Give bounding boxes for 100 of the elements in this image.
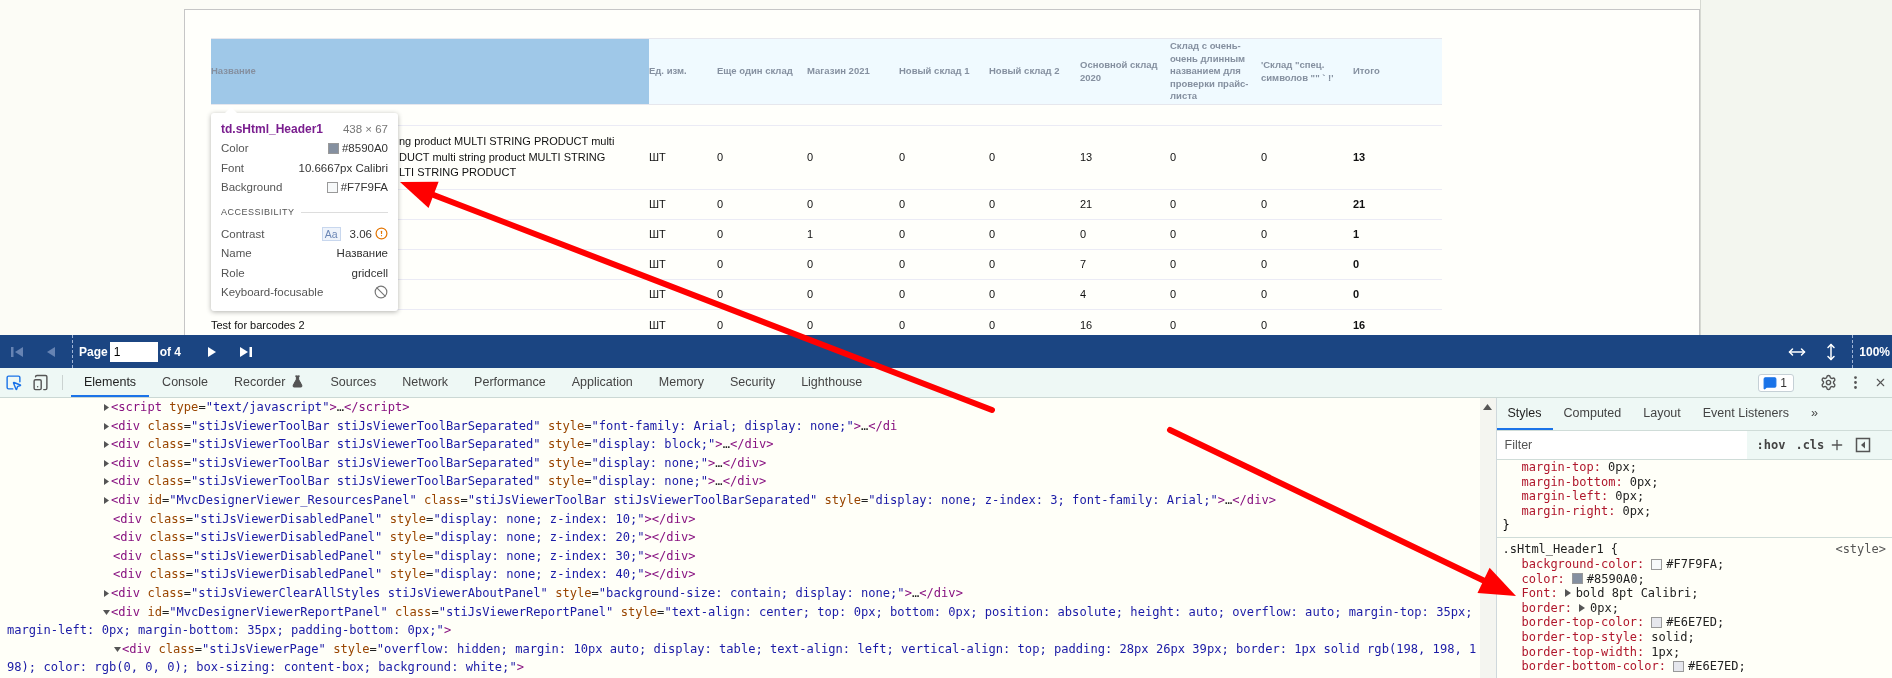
page-field[interactable]: 1 xyxy=(109,341,158,362)
total-cell: 1 xyxy=(1353,227,1360,240)
html-element-line[interactable]: <div class="stiJsViewerDisabledPanel" style="display: none; z-index: 10;"></div> xyxy=(0,509,696,529)
collapse-triangle-icon[interactable] xyxy=(102,607,111,617)
property-name: border-top-color: xyxy=(1521,615,1645,630)
close-icon[interactable] xyxy=(1874,376,1887,389)
column-header: Еще один склад xyxy=(717,39,807,104)
column-header: Основной склад 2020 xyxy=(1080,39,1170,104)
sidebar-tab[interactable]: Layout xyxy=(1632,398,1692,430)
expand-triangle-icon[interactable] xyxy=(102,421,111,431)
property-value: solid; xyxy=(1651,629,1695,645)
quantity-cell: 0 xyxy=(899,150,906,163)
quantity-cell: 0 xyxy=(807,319,814,332)
quantity-cell: 0 xyxy=(899,287,906,300)
property-label: Color xyxy=(221,142,249,155)
scroll-up-icon[interactable] xyxy=(1483,404,1492,410)
html-element-line[interactable]: <div class="stiJsViewerToolBar stiJsViewerToolBarSeparated" style="display: none;">…</div> xyxy=(0,472,767,491)
devtools-tab[interactable]: Application xyxy=(558,368,646,397)
quantity-cell: 4 xyxy=(1080,287,1087,300)
collapse-triangle-icon[interactable] xyxy=(113,644,122,654)
expand-triangle-icon[interactable] xyxy=(102,495,111,505)
expand-triangle-icon[interactable] xyxy=(102,440,111,450)
property-label: Background xyxy=(221,181,283,194)
property-value: #8590A0; xyxy=(1586,571,1645,587)
property-label: Font xyxy=(221,161,244,174)
quantity-cell: 0 xyxy=(899,257,906,270)
color-swatch[interactable] xyxy=(1673,660,1684,672)
property-name: margin-bottom: xyxy=(1521,474,1623,490)
html-element-line[interactable]: <div class="stiJsViewerToolBar stiJsViewerToolBarSeparated" style="font-family: Arial; display: none;">…</di xyxy=(0,416,898,436)
property-name: border: xyxy=(1521,600,1573,616)
product-name: ng product MULTI STRING PRODUCT multi DUCT multi string product MULTI STRING LTI STRING PRODUCT xyxy=(399,135,615,179)
quantity-cell: 0 xyxy=(899,197,906,210)
expand-triangle-icon[interactable] xyxy=(1579,604,1587,613)
expand-triangle-icon[interactable] xyxy=(102,458,111,468)
html-element-line[interactable]: <div class="stiJsViewerPage" style="overflow: hidden; margin: 10px auto; display: table; text-align: left; vertical-align: top; padding: 28px 26px 39px; border: 1px solid rgb(198, 198, 198); color: rgb(0, 0, 0); box-sizing: content-box; background: white;"> xyxy=(0,639,1480,677)
column-header: 'Склад "спец. символов "" ` !' xyxy=(1261,39,1353,104)
quantity-cell: 0 xyxy=(1261,287,1268,300)
color-swatch[interactable] xyxy=(1571,573,1583,585)
inspect-icon[interactable] xyxy=(5,374,22,391)
devtools-tab[interactable]: Memory xyxy=(645,368,717,397)
devtools-tab[interactable]: Security xyxy=(717,368,789,397)
element-size: 438 × 67 xyxy=(342,122,388,135)
property-value: 0px; xyxy=(1590,600,1619,616)
issues-button[interactable]: 1 xyxy=(1758,373,1794,392)
sidebar-toggle-icon[interactable] xyxy=(1855,437,1872,453)
color-swatch[interactable] xyxy=(1651,617,1663,629)
column-header: Итого xyxy=(1353,39,1442,104)
last-page-icon[interactable] xyxy=(239,344,254,359)
devtools-tab[interactable]: Sources xyxy=(317,368,390,397)
closing-brace: } xyxy=(1502,518,1510,533)
page-label: Page xyxy=(79,344,108,359)
html-element-line[interactable]: <div class="stiJsViewerToolBar stiJsViewerToolBarSeparated" style="display: none;">…</div> xyxy=(0,453,767,473)
html-element-line[interactable]: <div class="stiJsViewerDisabledPanel" style="display: none; z-index: 30;"></div> xyxy=(0,546,696,566)
property-value: 0px; xyxy=(1608,460,1637,475)
css-selector: .sHtml_Header1 { xyxy=(1502,541,1619,557)
unit-cell: ШТ xyxy=(649,197,666,210)
sidebar-tab[interactable]: Computed xyxy=(1552,398,1633,430)
html-element-line[interactable]: <script type="text/javascript">…</script> xyxy=(0,398,410,417)
html-element-line[interactable]: <div id="MvcDesignerViewerReportPanel" class="stiJsViewerReportPanel" style="text-align: center; top: 0px; bottom: 0px; position: absolute; height: auto; overflow: auto; margin-top: 35px; margin-left: 0px; margin-bottom: 35px; padding-bottom: 0px;"> xyxy=(0,602,1480,640)
quantity-cell: 0 xyxy=(807,197,814,210)
style-toggle[interactable]: :hov xyxy=(1756,438,1786,452)
quantity-cell: 0 xyxy=(807,257,814,270)
quantity-cell: 0 xyxy=(1261,257,1268,270)
page-count: of 4 xyxy=(159,344,182,359)
devtools-tab[interactable]: Lighthouse xyxy=(788,368,876,397)
source-link[interactable]: <style> xyxy=(1835,541,1886,557)
settings-icon[interactable] xyxy=(1820,374,1837,391)
devtools-tab[interactable]: Console xyxy=(149,368,221,397)
zoom-level[interactable]: 100% xyxy=(1859,344,1890,359)
html-element-line[interactable]: <div class="stiJsViewerDisabledPanel" style="display: none; z-index: 20;"></div> xyxy=(0,528,696,547)
html-element-line[interactable]: <div class="stiJsViewerClearAllStyles stiJsViewerAboutPanel" style="background-size: contain; display: none;">…</div> xyxy=(0,583,963,603)
color-swatch[interactable] xyxy=(1651,558,1663,570)
property-value: 0px; xyxy=(1622,503,1652,519)
quantity-cell: 0 xyxy=(1170,319,1177,332)
quantity-cell: 0 xyxy=(717,287,724,300)
expand-triangle-icon[interactable] xyxy=(102,588,111,598)
quantity-cell: 0 xyxy=(899,319,906,332)
expand-triangle-icon[interactable] xyxy=(1564,589,1572,598)
html-element-line[interactable]: <div class="stiJsViewerDisabledPanel" style="display: none; z-index: 40;"></div> xyxy=(0,565,696,584)
quantity-cell: 0 xyxy=(1170,287,1177,300)
html-element-line[interactable]: <div class="stiJsViewerToolBar stiJsViewerToolBarSeparated" style="display: block;">…</div> xyxy=(0,435,774,454)
quantity-cell: 0 xyxy=(717,227,724,240)
devtools-tab[interactable]: Recorder xyxy=(221,368,318,397)
devtools-tab[interactable]: Network xyxy=(389,368,462,397)
style-toggle[interactable]: .cls xyxy=(1795,438,1825,452)
html-element-line[interactable]: <div id="MvcDesignerViewer_ResourcesPanel" class="stiJsViewerToolBar stiJsViewerToolBarSeparated" style="display: none; z-index: 3; font-family: Arial;">…</div> xyxy=(0,490,1276,510)
device-toolbar-icon[interactable] xyxy=(32,374,49,391)
quantity-cell: 0 xyxy=(1170,150,1177,163)
quantity-cell: 0 xyxy=(989,287,996,300)
more-tabs-button[interactable]: » xyxy=(1799,398,1829,430)
devtools-tab[interactable]: Performance xyxy=(461,368,559,397)
expand-triangle-icon[interactable] xyxy=(102,477,111,487)
quantity-cell: 0 xyxy=(717,257,724,270)
quantity-cell: 16 xyxy=(1080,319,1093,332)
quantity-cell: 21 xyxy=(1080,197,1093,210)
expand-triangle-icon[interactable] xyxy=(102,403,111,412)
property-name: margin-left: xyxy=(1521,489,1609,504)
unit-cell: ШТ xyxy=(649,257,666,270)
filter-field[interactable]: Filter xyxy=(1496,431,1747,459)
sidebar-tab[interactable]: Event Listeners xyxy=(1691,398,1800,430)
